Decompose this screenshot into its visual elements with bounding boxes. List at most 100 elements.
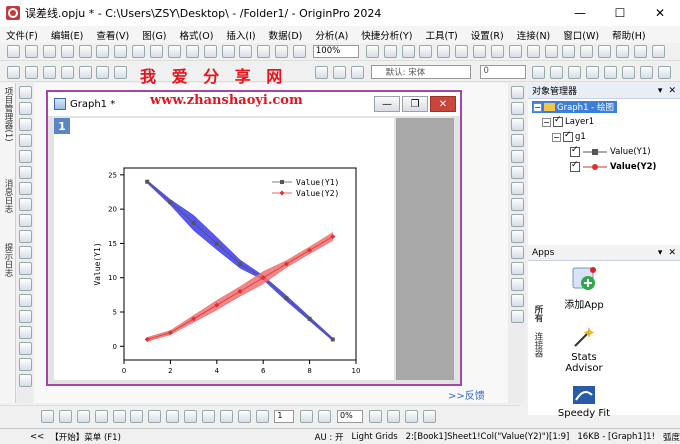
pointer-icon[interactable]: [18, 86, 32, 99]
underline-icon[interactable]: [568, 65, 582, 79]
region-tool-icon[interactable]: [18, 310, 32, 323]
screen-reader-icon[interactable]: [18, 134, 32, 147]
symbol-icon[interactable]: [300, 410, 314, 423]
menu-window[interactable]: 窗口(W): [563, 28, 599, 42]
contour-plot-icon[interactable]: [166, 410, 180, 423]
layer-icon-2[interactable]: [510, 102, 524, 115]
layer-icon-3[interactable]: [510, 118, 524, 131]
new-project-icon[interactable]: [7, 45, 20, 58]
plot-checkbox[interactable]: [570, 145, 580, 157]
status-grids[interactable]: Light Grids: [351, 432, 397, 442]
new-matrix-icon[interactable]: [60, 45, 74, 58]
minimize-button[interactable]: —: [560, 0, 600, 26]
statistics-plot-icon[interactable]: [184, 410, 197, 423]
code-builder-icon[interactable]: [473, 45, 486, 58]
data-reader-icon[interactable]: [18, 150, 32, 163]
rescale-icon[interactable]: [419, 45, 433, 58]
menu-data[interactable]: 数据(D): [269, 28, 303, 42]
status-au[interactable]: AU : 开: [315, 431, 344, 443]
open-template-icon[interactable]: [150, 45, 163, 58]
new-notes-icon[interactable]: [78, 45, 92, 58]
print-icon[interactable]: [239, 45, 253, 58]
text-tool-icon[interactable]: [350, 65, 364, 79]
menu-analysis[interactable]: 分析(A): [315, 28, 348, 42]
scale-tool-icon[interactable]: [18, 118, 32, 131]
apps-pin-icon[interactable]: ▾: [658, 248, 663, 258]
status-unit[interactable]: 弧度: [663, 431, 680, 443]
pane-pin-icon[interactable]: ▾: [658, 86, 663, 96]
font-size-select[interactable]: 0: [479, 65, 526, 79]
transparency-value[interactable]: 0%: [337, 410, 363, 423]
tab-project-explorer[interactable]: 项目管理器(1): [2, 87, 14, 142]
learning-center-icon[interactable]: [580, 45, 594, 58]
color-scale-icon[interactable]: [18, 374, 32, 387]
zoom-select[interactable]: 100%: [312, 45, 359, 58]
template-icon[interactable]: [201, 410, 215, 423]
rescale-axis-icon[interactable]: [78, 65, 92, 79]
apps-icon[interactable]: [526, 45, 540, 58]
surface-plot-icon[interactable]: [148, 410, 162, 423]
layer-icon-14[interactable]: [510, 294, 524, 307]
collapse-toggle[interactable]: −: [542, 117, 551, 127]
menu-file[interactable]: 文件(F): [6, 28, 38, 42]
line-width-value[interactable]: 1: [274, 410, 295, 423]
zoom-in-icon[interactable]: [365, 45, 379, 58]
menu-view[interactable]: 查看(V): [96, 28, 129, 42]
subscript-icon[interactable]: [603, 65, 617, 79]
undo-history-icon[interactable]: [114, 65, 128, 79]
greek-icon[interactable]: [621, 65, 635, 79]
region-mask-icon[interactable]: [18, 182, 32, 195]
clipboard-icon[interactable]: [651, 45, 665, 58]
copy-page-icon[interactable]: [257, 45, 271, 58]
tree-node-g1[interactable]: − g1: [552, 130, 586, 142]
undo-icon[interactable]: [7, 65, 20, 79]
layer-icon-9[interactable]: [510, 214, 524, 227]
status-nav[interactable]: <<: [30, 432, 44, 442]
import-icon[interactable]: [203, 45, 217, 58]
fill-color-icon[interactable]: [237, 410, 251, 423]
group-checkbox[interactable]: [563, 130, 573, 142]
tree-node-graph1[interactable]: − Graph1 - 绘图: [532, 101, 617, 113]
pie-plot-icon[interactable]: [112, 410, 126, 423]
layer-icon-7[interactable]: [510, 182, 524, 195]
arrow-tool-icon[interactable]: [18, 230, 32, 243]
new-layout-icon[interactable]: [96, 45, 110, 58]
insert-table-icon[interactable]: [18, 358, 32, 371]
layer-checkbox[interactable]: [553, 115, 563, 127]
font-size-up-icon[interactable]: [639, 65, 653, 79]
layer-icon-12[interactable]: [510, 262, 524, 275]
tree-node-layer1[interactable]: − Layer1: [542, 115, 594, 127]
menu-quick-analysis[interactable]: 快捷分析(Y): [361, 28, 412, 42]
menu-connect[interactable]: 连接(N): [517, 28, 551, 42]
apps-close-icon[interactable]: ✕: [668, 248, 676, 258]
graph-tool-icon[interactable]: [60, 65, 74, 79]
new-workbook-icon[interactable]: [24, 45, 38, 58]
menu-insert[interactable]: 插入(I): [226, 28, 255, 42]
app-speedy-fit[interactable]: Speedy Fit: [554, 385, 614, 419]
gradient-icon[interactable]: [368, 410, 382, 423]
data-selector-icon[interactable]: [18, 166, 32, 179]
import-wizard-icon[interactable]: [221, 45, 235, 58]
rectangle-tool-icon[interactable]: [18, 278, 32, 291]
column-plot-icon[interactable]: [94, 410, 108, 423]
draw-data-icon[interactable]: [18, 198, 32, 211]
new-graph-icon[interactable]: [42, 45, 56, 58]
bold-icon[interactable]: [532, 65, 546, 79]
maximize-button[interactable]: ☐: [600, 0, 640, 26]
pdf-icon[interactable]: [598, 45, 612, 58]
pattern-icon[interactable]: [318, 410, 332, 423]
font-name-select[interactable]: 默认: 宋体: [370, 65, 471, 79]
line-style-icon[interactable]: [255, 410, 269, 423]
hand-tool-icon[interactable]: [18, 294, 32, 307]
whole-page-icon[interactable]: [401, 45, 415, 58]
insert-equation-icon[interactable]: [18, 326, 32, 339]
close-button[interactable]: ✕: [640, 0, 680, 26]
layer-icon-10[interactable]: [510, 230, 524, 243]
italic-icon[interactable]: [550, 65, 564, 79]
collapse-toggle[interactable]: −: [552, 132, 561, 142]
layer-icon-1[interactable]: [510, 86, 524, 99]
layer-icon-6[interactable]: [510, 166, 524, 179]
group-icon[interactable]: [422, 410, 436, 423]
menu-settings[interactable]: 设置(R): [471, 28, 504, 42]
graph-page[interactable]: 1 02468100510152025Value(X)Value(Y1)Valu…: [54, 118, 394, 380]
